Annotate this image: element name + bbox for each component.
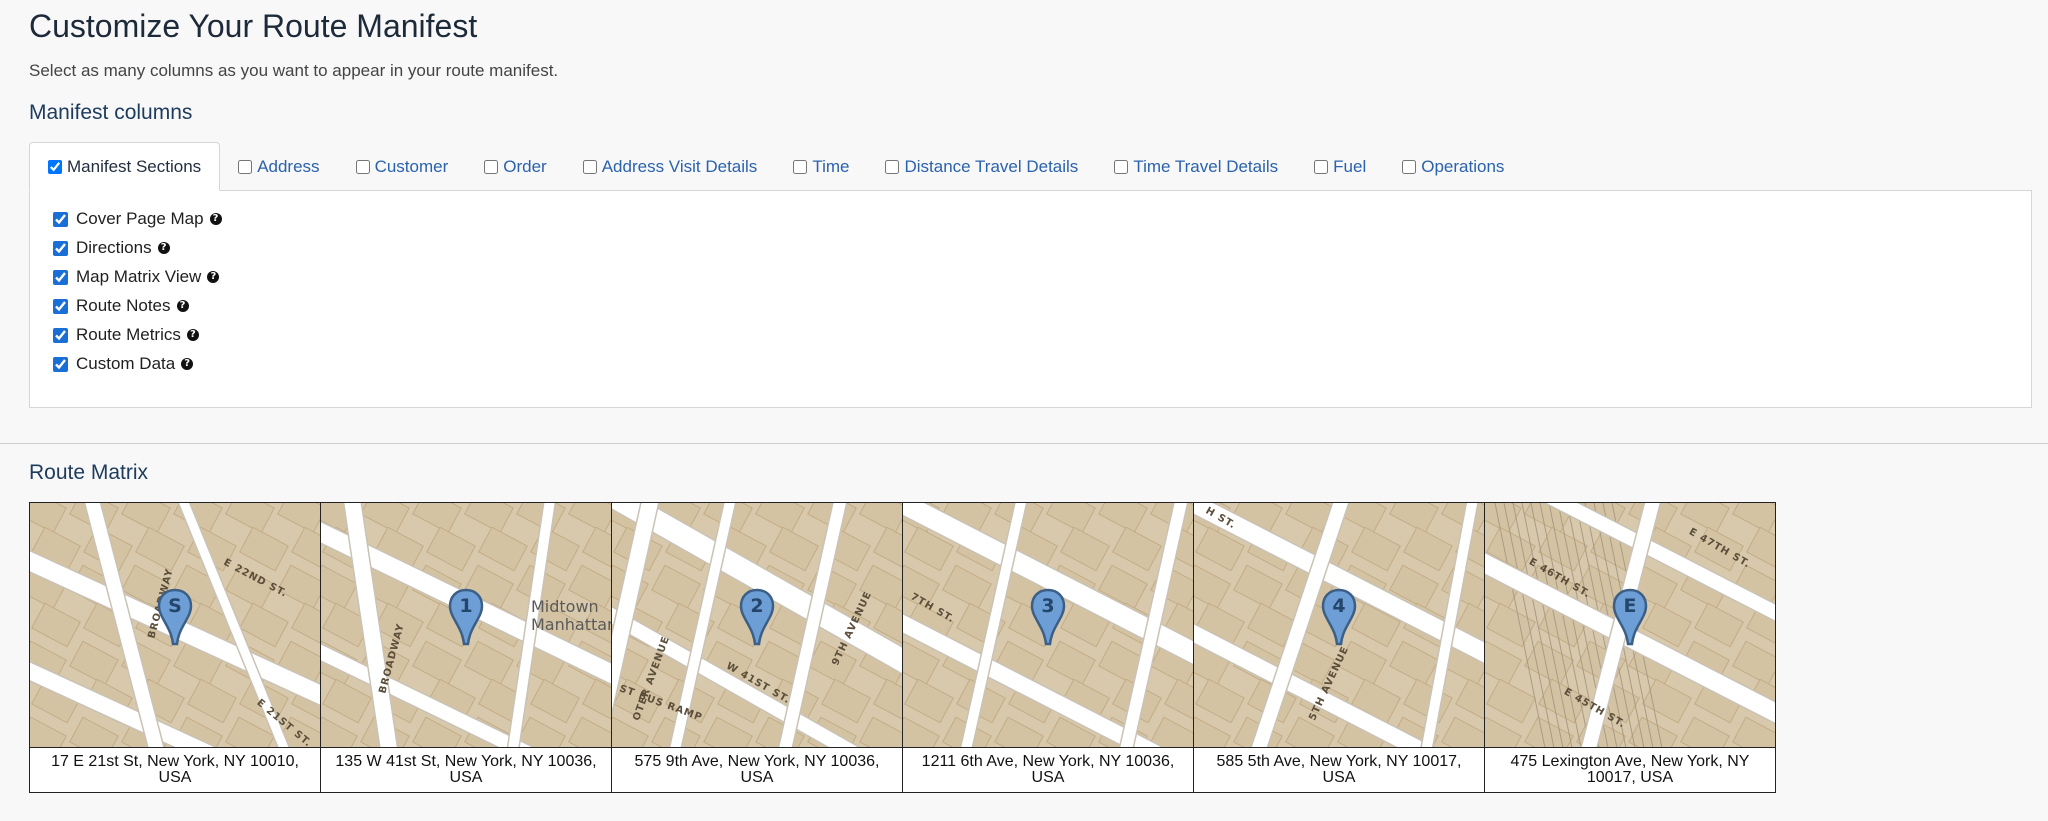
- tab-manifest-sections[interactable]: Manifest Sections: [29, 142, 221, 191]
- stop-marker-label: 4: [1332, 595, 1346, 617]
- route-notes-checkbox[interactable]: [53, 298, 68, 314]
- route-stop-cell: BROADWAYE 22ND ST.E 21ST ST.S 17 E 21st S…: [30, 503, 321, 792]
- tab-time-travel-details[interactable]: Time Travel Details: [1096, 142, 1296, 191]
- section-option-directions: Directions?: [53, 238, 170, 258]
- tab-order-checkbox[interactable]: [484, 159, 499, 174]
- stop-map-thumbnail[interactable]: E 47TH ST. E 46TH ST. E 45TH ST. E: [1485, 503, 1775, 748]
- section-option-label[interactable]: Custom Data: [76, 354, 175, 374]
- tab-label[interactable]: Operations: [1421, 157, 1504, 177]
- help-icon[interactable]: ?: [207, 271, 220, 283]
- route-stop-cell: 9TH AVENUE W 41ST ST. OTER AVENUE ST BUS RA…: [612, 503, 903, 792]
- route-metrics-checkbox[interactable]: [53, 327, 68, 343]
- stop-map-thumbnail[interactable]: 7TH ST. 3: [903, 503, 1193, 748]
- tab-label[interactable]: Address Visit Details: [602, 157, 758, 177]
- cover-page-map-checkbox[interactable]: [53, 211, 68, 227]
- tab-address-visit-details[interactable]: Address Visit Details: [565, 142, 776, 191]
- tab-label[interactable]: Customer: [375, 157, 449, 177]
- stop-address: 1211 6th Ave, New York, NY 10036, USA: [921, 753, 1175, 786]
- map-street-label: Manhattan: [531, 615, 611, 634]
- stop-map-thumbnail[interactable]: BROADWAYE 22ND ST.E 21ST ST.S: [30, 503, 320, 748]
- stop-address: 585 5th Ave, New York, NY 10017, USA: [1216, 753, 1462, 786]
- map-matrix-view-checkbox[interactable]: [53, 269, 68, 285]
- section-option-map-matrix-view: Map Matrix View?: [53, 267, 220, 287]
- tab-address-checkbox[interactable]: [238, 159, 253, 174]
- help-icon[interactable]: ?: [181, 358, 194, 370]
- tab-customer[interactable]: Customer: [338, 142, 467, 191]
- tab-fuel[interactable]: Fuel: [1296, 142, 1384, 191]
- stop-map-thumbnail[interactable]: 5TH AVENUE H ST. 4: [1194, 503, 1484, 748]
- stop-map-thumbnail[interactable]: 9TH AVENUE W 41ST ST. OTER AVENUE ST BUS RA…: [612, 503, 902, 748]
- stop-address: 17 E 21st St, New York, NY 10010, USA: [51, 753, 299, 786]
- page-title: Customize Your Route Manifest: [29, 8, 478, 44]
- tab-order[interactable]: Order: [466, 142, 564, 191]
- tab-fuel-checkbox[interactable]: [1314, 159, 1329, 174]
- tab-time-travel-details-checkbox[interactable]: [1114, 159, 1129, 174]
- tab-label[interactable]: Address: [257, 157, 319, 177]
- tab-time-checkbox[interactable]: [793, 159, 808, 174]
- stop-marker-label: 1: [459, 595, 473, 617]
- section-option-label[interactable]: Map Matrix View: [76, 267, 201, 287]
- section-divider: [0, 443, 2048, 444]
- section-option-label[interactable]: Directions: [76, 238, 152, 258]
- section-option-cover-page-map: Cover Page Map?: [53, 209, 222, 229]
- section-option-custom-data: Custom Data?: [53, 354, 194, 374]
- route-stop-cell: BROADWAYMidtownManhattan5TH AVE1 135 W 41…: [321, 503, 612, 792]
- tab-label[interactable]: Order: [503, 157, 546, 177]
- section-option-label[interactable]: Route Metrics: [76, 325, 181, 345]
- section-option-route-notes: Route Notes?: [53, 296, 189, 316]
- tab-label[interactable]: Time Travel Details: [1133, 157, 1278, 177]
- tab-distance-travel-details-checkbox[interactable]: [885, 159, 900, 174]
- help-icon[interactable]: ?: [209, 213, 222, 225]
- help-icon[interactable]: ?: [186, 329, 199, 341]
- custom-data-checkbox[interactable]: [53, 356, 68, 372]
- stop-map-thumbnail[interactable]: BROADWAYMidtownManhattan5TH AVE1: [321, 503, 611, 748]
- stop-marker-label: 2: [750, 595, 764, 617]
- route-matrix-heading: Route Matrix: [29, 461, 149, 484]
- tab-label[interactable]: Manifest Sections: [67, 157, 201, 177]
- tab-time[interactable]: Time: [775, 142, 867, 191]
- help-icon[interactable]: ?: [176, 300, 189, 312]
- route-stop-cell: E 47TH ST. E 46TH ST. E 45TH ST. E 475 Lexin…: [1485, 503, 1775, 792]
- stop-address: 475 Lexington Ave, New York, NY 10017, U…: [1510, 753, 1750, 786]
- tab-label[interactable]: Distance Travel Details: [904, 157, 1078, 177]
- manifest-sections-panel: Cover Page Map? Directions? Map Matrix Vie…: [29, 190, 2032, 408]
- map-street-label: Midtown: [531, 597, 599, 616]
- stop-marker-label: S: [168, 595, 182, 617]
- section-option-label[interactable]: Route Notes: [76, 296, 171, 316]
- manifest-columns-heading: Manifest columns: [29, 101, 193, 124]
- tab-address[interactable]: Address: [220, 142, 337, 191]
- stop-marker-label: 3: [1041, 595, 1055, 617]
- tab-customer-checkbox[interactable]: [355, 159, 370, 174]
- route-matrix: BROADWAYE 22ND ST.E 21ST ST.S 17 E 21st S…: [29, 502, 1776, 793]
- route-stop-cell: 7TH ST. 3 1211 6th Ave, New York, NY 10036…: [903, 503, 1194, 792]
- tab-manifest-sections-checkbox[interactable]: [48, 159, 62, 174]
- page-subtitle: Select as many columns as you want to ap…: [29, 61, 559, 80]
- stop-address: 135 W 41st St, New York, NY 10036, USA: [335, 753, 597, 786]
- stop-address: 575 9th Ave, New York, NY 10036, USA: [634, 753, 880, 786]
- tab-label[interactable]: Fuel: [1333, 157, 1366, 177]
- tab-operations[interactable]: Operations: [1384, 142, 1522, 191]
- tab-operations-checkbox[interactable]: [1402, 159, 1417, 174]
- section-option-route-metrics: Route Metrics?: [53, 325, 199, 345]
- stop-marker-label: E: [1623, 595, 1637, 617]
- tab-label[interactable]: Time: [812, 157, 849, 177]
- manifest-column-tabs: Manifest Sections Address Customer Order Add…: [29, 142, 1522, 191]
- help-icon[interactable]: ?: [157, 242, 170, 254]
- tab-address-visit-details-checkbox[interactable]: [582, 159, 597, 174]
- section-option-label[interactable]: Cover Page Map: [76, 209, 204, 229]
- directions-checkbox[interactable]: [53, 240, 68, 256]
- tab-distance-travel-details[interactable]: Distance Travel Details: [867, 142, 1096, 191]
- route-manifest-page: Customize Your Route Manifest Select as …: [0, 0, 2048, 821]
- route-stop-cell: 5TH AVENUE H ST. 4 585 5th Ave, New York, N…: [1194, 503, 1485, 792]
